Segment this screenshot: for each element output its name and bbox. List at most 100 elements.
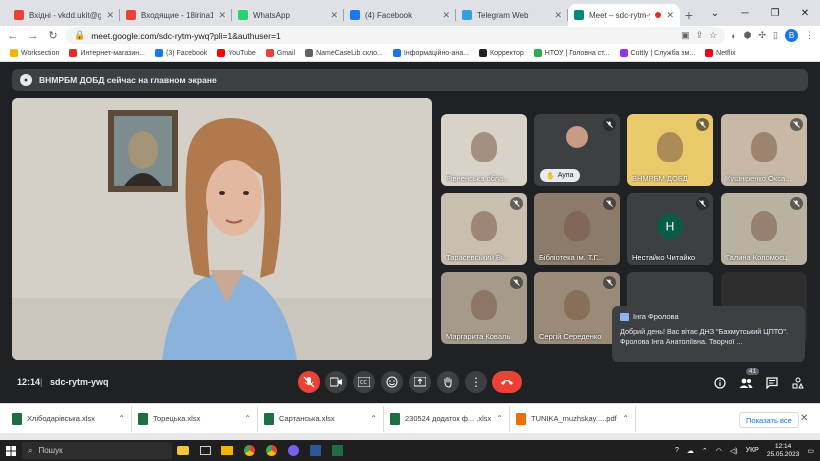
main-speaker-video[interactable] bbox=[12, 98, 432, 360]
participant-tile[interactable]: Кушніренко Окса... bbox=[721, 114, 807, 186]
present-screen-button[interactable] bbox=[409, 371, 431, 393]
download-item[interactable]: 230524 додаток ф... .xlsx ⌃ bbox=[384, 405, 510, 432]
chevron-up-icon[interactable]: ⌃ bbox=[496, 414, 503, 423]
close-downloads-icon[interactable]: ✕ bbox=[800, 413, 808, 424]
chevron-up-icon[interactable]: ⌃ bbox=[370, 414, 377, 423]
extension-icon[interactable]: ◐ bbox=[731, 31, 736, 41]
participant-tile[interactable]: ВНМРБМ ДОБД bbox=[627, 114, 713, 186]
browser-tab[interactable]: Входящие - 18irina12@gm ✕ bbox=[120, 4, 232, 26]
start-button[interactable] bbox=[0, 445, 22, 456]
tray-clock[interactable]: 12:14 25.05.2023 bbox=[767, 443, 800, 459]
chat-notification[interactable]: Інга Фролова Добрий день! Вас вітає ДНЗ … bbox=[612, 306, 805, 362]
participant-tile[interactable]: ✋ Аупа bbox=[534, 114, 620, 186]
taskbar-app-weather-icon[interactable] bbox=[172, 440, 194, 461]
download-item[interactable]: Хлібодарівська.xlsx ⌃ bbox=[6, 405, 132, 432]
bookmark-item[interactable]: YouTube bbox=[217, 49, 256, 57]
show-all-downloads-button[interactable]: Показать все bbox=[739, 412, 799, 428]
leave-call-button[interactable] bbox=[492, 371, 522, 393]
browser-tab[interactable]: (4) Facebook ✕ bbox=[344, 4, 456, 26]
close-window-button[interactable]: ✕ bbox=[790, 0, 820, 26]
taskbar-app-chrome-icon[interactable] bbox=[260, 440, 282, 461]
browser-tab[interactable]: Вхідні - vkdd.ukit@gmail.c ✕ bbox=[8, 4, 120, 26]
notifications-icon[interactable]: ▭ bbox=[807, 447, 814, 455]
participant-tile[interactable]: Рівненська обла... bbox=[441, 114, 527, 186]
bookmark-item[interactable]: Gmail bbox=[265, 49, 295, 57]
bookmark-item[interactable]: Корректор bbox=[479, 49, 524, 57]
file-icon bbox=[12, 412, 22, 425]
participant-tile[interactable]: Маргарита Коваль bbox=[441, 272, 527, 344]
extensions-puzzle-icon[interactable]: ✣ bbox=[759, 30, 767, 41]
participant-tile[interactable]: Н Нестайко Читайко bbox=[627, 193, 713, 265]
taskbar-app-explorer-icon[interactable] bbox=[216, 440, 238, 461]
profile-avatar[interactable]: B bbox=[785, 29, 798, 42]
taskbar-app-viber-icon[interactable] bbox=[282, 440, 304, 461]
bookmark-star-icon[interactable]: ☆ bbox=[709, 30, 717, 41]
share-icon[interactable]: ⇪ bbox=[696, 30, 704, 41]
chat-button[interactable] bbox=[764, 375, 780, 391]
tab-title: Входящие - 18irina12@gm bbox=[141, 10, 214, 20]
bookmark-item[interactable]: Інформаційно-ана... bbox=[392, 49, 469, 57]
chat-message: Добрий день! Вас вітає ДНЗ "Бахмутський … bbox=[620, 327, 788, 346]
extension-icon[interactable]: ⬢ bbox=[744, 30, 752, 41]
participant-tile[interactable]: Сергій Середенко bbox=[534, 272, 620, 344]
bookmark-item[interactable]: Netflix bbox=[705, 49, 736, 57]
meeting-details-button[interactable] bbox=[712, 375, 728, 391]
browser-tab[interactable]: WhatsApp ✕ bbox=[232, 4, 344, 26]
participant-tile[interactable]: Тарасевський Ві... bbox=[441, 193, 527, 265]
camera-toggle-button[interactable] bbox=[325, 371, 347, 393]
cloud-icon[interactable]: ☁ bbox=[687, 447, 694, 455]
close-tab-icon[interactable]: ✕ bbox=[330, 10, 338, 21]
close-tab-icon[interactable]: ✕ bbox=[442, 10, 450, 21]
browser-tab[interactable]: Telegram Web ✕ bbox=[456, 4, 568, 26]
download-item[interactable]: Сартанська.xlsx ⌃ bbox=[258, 405, 384, 432]
wifi-icon[interactable]: ◠ bbox=[716, 447, 722, 455]
taskbar-app-excel-icon[interactable] bbox=[326, 440, 348, 461]
microphone-toggle-button[interactable] bbox=[298, 371, 320, 393]
raise-hand-button[interactable] bbox=[437, 371, 459, 393]
taskbar-app-word-icon[interactable] bbox=[304, 440, 326, 461]
maximize-button[interactable]: ❐ bbox=[760, 0, 790, 26]
browser-tab[interactable]: Meet – sdc-rytm-ywq ✕ bbox=[568, 4, 680, 26]
address-bar[interactable]: 🔒 meet.google.com/sdc-rytm-ywq?pli=1&aut… bbox=[66, 27, 726, 44]
language-indicator[interactable]: УКР bbox=[746, 447, 759, 454]
taskbar-app-taskview-icon[interactable] bbox=[194, 440, 216, 461]
bookmark-item[interactable]: NameCaseLib скло... bbox=[305, 49, 383, 57]
tab-search-icon[interactable]: ⌄ bbox=[700, 0, 730, 26]
more-options-button[interactable]: ⋮ bbox=[465, 371, 487, 393]
reload-button[interactable]: ↻ bbox=[46, 29, 60, 42]
chevron-up-icon[interactable]: ⌃ bbox=[118, 414, 125, 423]
taskbar-app-chrome-icon[interactable] bbox=[238, 440, 260, 461]
close-tab-icon[interactable]: ✕ bbox=[218, 10, 226, 21]
reactions-button[interactable] bbox=[381, 371, 403, 393]
bookmark-item[interactable]: НТОУ | Головна ст... bbox=[533, 49, 610, 57]
new-tab-button[interactable]: + bbox=[680, 4, 698, 26]
bookmark-item[interactable]: (3) Facebook bbox=[155, 49, 207, 57]
close-tab-icon[interactable]: ✕ bbox=[106, 10, 114, 21]
sidebar-icon[interactable]: ▯ bbox=[773, 30, 778, 41]
participant-tile[interactable]: Бібліотека ім. Т.Г... bbox=[534, 193, 620, 265]
bookmark-item[interactable]: Worksection bbox=[10, 49, 59, 57]
back-button[interactable]: ← bbox=[6, 30, 20, 42]
meet-window: ● ВНМРБМ ДОБД сейчас на главном экране Р… bbox=[0, 62, 820, 403]
chevron-up-icon[interactable]: ⌃ bbox=[244, 414, 251, 423]
volume-icon[interactable]: ◁) bbox=[730, 447, 738, 455]
close-tab-icon[interactable]: ✕ bbox=[554, 10, 562, 21]
bookmark-item[interactable]: Cuttly | Служба зм... bbox=[619, 49, 696, 57]
download-item[interactable]: TUNIKA_muzhskay.....pdf ⌃ bbox=[510, 405, 636, 432]
bookmark-label: Cuttly | Служба зм... bbox=[630, 49, 696, 57]
people-button[interactable] bbox=[738, 375, 754, 391]
help-icon[interactable]: ? bbox=[675, 447, 679, 454]
captions-button[interactable]: CC bbox=[353, 371, 375, 393]
camera-indicator-icon[interactable]: ▣ bbox=[681, 30, 690, 41]
chevron-up-icon[interactable]: ⌃ bbox=[622, 414, 629, 423]
forward-button[interactable]: → bbox=[26, 30, 40, 42]
tray-chevron-icon[interactable]: ⌃ bbox=[702, 447, 708, 455]
minimize-button[interactable]: ─ bbox=[730, 0, 760, 26]
participant-tile[interactable]: Галина Коломоєц bbox=[721, 193, 807, 265]
close-tab-icon[interactable]: ✕ bbox=[666, 10, 674, 21]
taskbar-search[interactable]: ⌕ Пошук bbox=[22, 442, 172, 459]
bookmark-item[interactable]: Интернет-магазин... bbox=[69, 49, 145, 57]
download-item[interactable]: Торецька.xlsx ⌃ bbox=[132, 405, 258, 432]
activities-button[interactable] bbox=[790, 375, 806, 391]
menu-kebab-icon[interactable]: ⋮ bbox=[805, 30, 814, 41]
